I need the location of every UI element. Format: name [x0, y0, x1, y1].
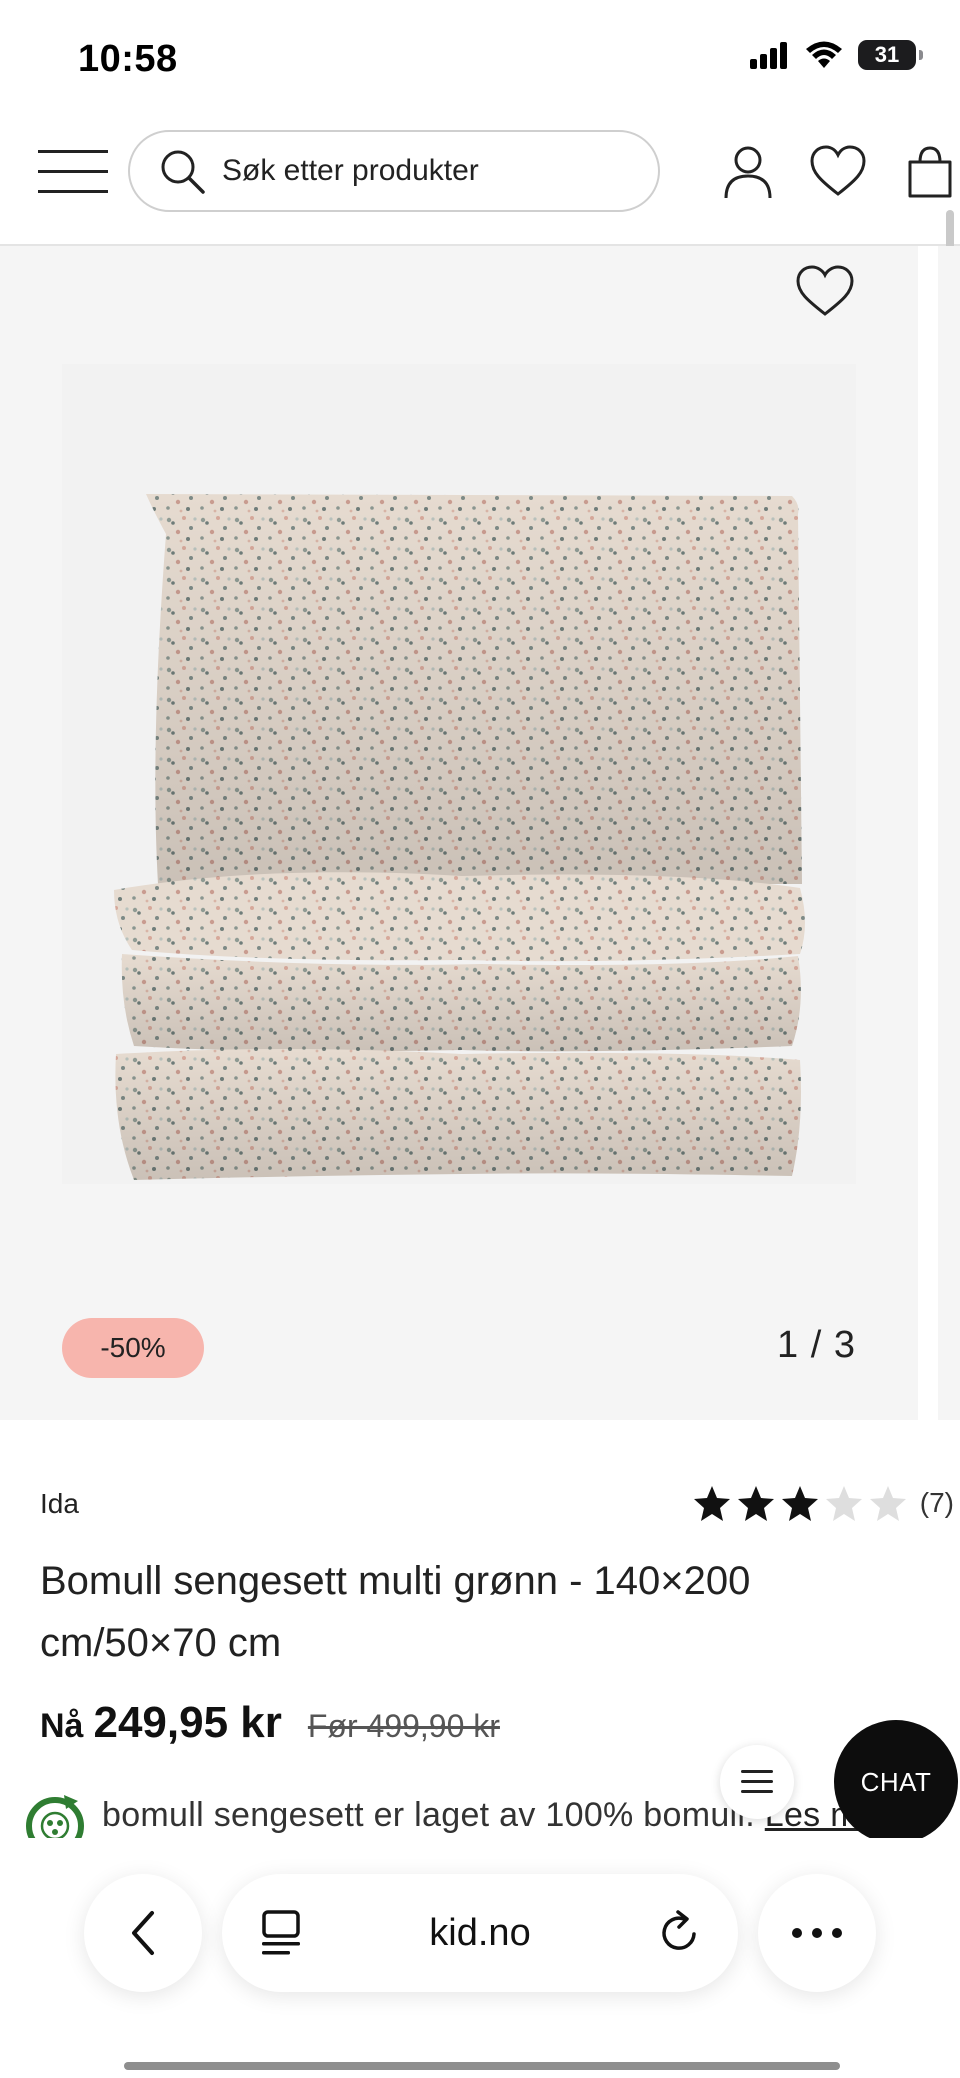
product-image[interactable]: [62, 364, 856, 1184]
price-row: Nå 249,95 kr Før 499,90 kr: [40, 1698, 500, 1748]
price-before: Før 499,90 kr: [307, 1708, 500, 1744]
status-time: 10:58: [78, 38, 178, 80]
cart-icon[interactable]: [900, 142, 960, 202]
chevron-left-icon: [132, 1911, 154, 1955]
site-header: [0, 120, 960, 246]
product-description: bomull sengesett er laget av 100% bomull…: [20, 1792, 960, 1838]
address-bar[interactable]: kid.no: [222, 1874, 738, 1992]
price-prefix: Nå: [40, 1707, 84, 1745]
star-filled-icon: [781, 1486, 818, 1521]
search-input[interactable]: [222, 154, 622, 188]
search-box[interactable]: [128, 130, 660, 212]
reload-icon[interactable]: [654, 1908, 704, 1958]
slide-counter: 1 / 3: [777, 1324, 856, 1366]
add-to-wishlist-icon[interactable]: [794, 262, 856, 320]
product-title: Bomull sengesett multi grønn - 140×200 c…: [40, 1559, 751, 1665]
eco-cotton-icon: [26, 1795, 84, 1838]
product-brand[interactable]: Ida: [40, 1488, 79, 1520]
floating-menu-button[interactable]: [720, 1745, 794, 1819]
star-empty-icon: [825, 1486, 862, 1521]
wishlist-icon[interactable]: [808, 142, 868, 202]
signal-icon: [750, 42, 787, 69]
star-filled-icon: [737, 1486, 774, 1521]
price-now: 249,95 kr: [93, 1698, 282, 1747]
list-menu-icon: [741, 1770, 773, 1793]
battery-icon: 31: [858, 40, 923, 70]
status-bar: 10:58 31: [0, 0, 960, 120]
wifi-icon: [806, 41, 842, 68]
ellipsis-icon: [792, 1928, 842, 1938]
chat-button[interactable]: CHAT: [834, 1720, 958, 1844]
status-icons: 31: [750, 40, 923, 70]
account-icon[interactable]: [718, 142, 778, 202]
browser-toolbar: kid.no: [0, 1838, 960, 2078]
star-filled-icon: [693, 1486, 730, 1521]
next-slide-peek[interactable]: [938, 246, 960, 1420]
description-body: bomull sengesett er laget av 100% bomull…: [102, 1795, 756, 1834]
menu-icon[interactable]: [36, 146, 110, 198]
battery-level: 31: [874, 42, 900, 67]
home-indicator[interactable]: [124, 2062, 840, 2070]
search-icon: [161, 150, 205, 194]
discount-badge: -50%: [62, 1318, 204, 1378]
more-options-button[interactable]: [758, 1874, 876, 1992]
rating-count: (7): [919, 1487, 954, 1518]
product-gallery[interactable]: -50% 1 / 3: [0, 246, 918, 1420]
back-button[interactable]: [84, 1874, 202, 1992]
star-empty-icon: [869, 1486, 906, 1521]
product-rating[interactable]: (7): [692, 1484, 954, 1522]
